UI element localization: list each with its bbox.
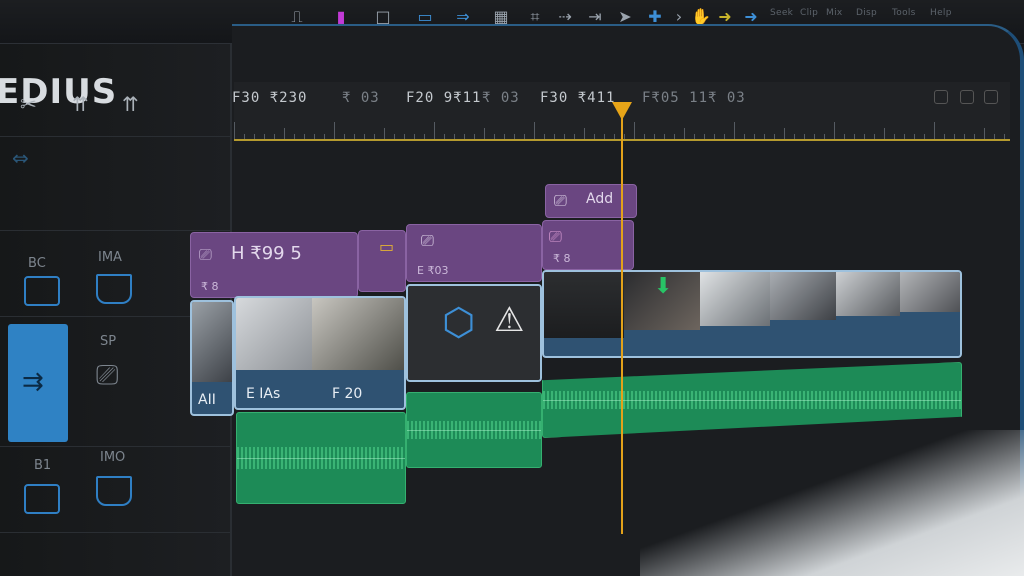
timecode-6: F₹05 11 [642,90,709,106]
timecode-5: F30 ₹411 [540,90,616,106]
track-toggle-b1[interactable] [24,484,60,514]
title-clip-1[interactable]: 𝖧 ₹99 5 ⎚ ₹ 8 [190,232,358,298]
logo-thumbnail-icon: ⚠ [494,300,525,340]
clip-label: E IAs [246,386,281,402]
track-label-bc: BC [28,256,46,271]
timecode-7: ₹ 03 [708,90,746,106]
ruler-tick [234,122,235,140]
ruler-tick [534,122,535,140]
fit-button[interactable] [960,90,974,104]
title-clip-caption: 𝖧 ₹99 5 [231,243,302,264]
menu-clip[interactable]: Clip [800,8,818,18]
camera-icon[interactable]: ⎚ [96,358,118,392]
title-icon: ⎚ [199,245,212,264]
volume-line [237,458,405,459]
divider [0,230,232,231]
audio-clip-2[interactable] [406,392,542,468]
ruler-tick [334,122,335,140]
menu-help[interactable]: Help [930,8,952,18]
track-label-b1: B1 [34,458,52,473]
ruler-tick [834,122,835,140]
video-clip-1[interactable]: AII [190,300,234,416]
settings-button[interactable] [984,90,998,104]
title-clip-2[interactable]: ▭ [358,230,406,292]
lift-tool-icon[interactable]: ⇈ [122,92,139,116]
divider [0,446,232,447]
divider [0,136,232,137]
clip-thumbnail [836,272,900,316]
timecode-4: ₹ 03 [482,90,520,106]
title-clip-upper[interactable]: ⎚ Add [545,184,637,218]
ripple-tool-icon[interactable]: ⇈ [72,92,89,116]
playhead-line[interactable] [621,116,623,534]
timecode-3: F20 9₹11 [406,90,482,106]
title-clip-sub: E ₹03 [417,264,449,277]
ruler-tick [634,122,635,140]
track-label-sp: SP [100,334,117,349]
divider [0,532,232,533]
audio-clip-1[interactable] [236,412,406,504]
title-clip-sub: ₹ 8 [553,252,571,265]
ruler-tick [434,122,435,140]
video-clip-4[interactable]: ⬇ [542,270,962,358]
title-icon: ▭ [379,237,395,256]
active-track-button[interactable]: ⇉ [8,324,68,442]
app-logo: EDIUS [0,72,118,112]
track-label-imo: IMO [100,450,126,465]
track-toggle-bc[interactable] [24,276,60,306]
clip-thumbnail [700,272,770,326]
clip-label: AII [198,392,216,408]
menu-seek[interactable]: Seek [770,8,793,18]
title-clip-caption: Add [586,191,614,207]
razor-tool-icon[interactable]: ✂ [20,92,37,116]
edius-timeline-window: ⎍ ▮ □ ▭ ⇒ ▦ ⌗ ⇢ ⇥ ➤ ✚ › ✋ ➜ ➜ Seek Clip … [0,0,1024,576]
download-icon: ⬇ [654,274,673,299]
track-toggle-ima[interactable] [96,274,132,304]
title-clip-3[interactable]: ⎚ E ₹03 [406,224,542,282]
clip-thumbnail [192,302,232,382]
title-clip-sub: ₹ 8 [201,280,219,293]
volume-line [407,430,541,431]
ruler-tick [734,122,735,140]
title-clip-caption: ⎚ [554,191,567,210]
link-icon[interactable]: ⇔ [12,146,29,170]
video-clip-2[interactable]: E IAs F 20 [234,296,406,410]
screen-reflection [640,430,1024,576]
volume-line [543,400,961,401]
ruler-tick [934,122,935,140]
video-clip-3[interactable]: ⬡ ⚠ [406,284,542,382]
menu-tools[interactable]: Tools [892,8,916,18]
menu-disp[interactable]: Disp [856,8,877,18]
menu-mix[interactable]: Mix [826,8,843,18]
timecode-2: ₹ 03 [342,90,380,106]
clip-thumbnail [312,298,404,370]
zoom-button[interactable] [934,90,948,104]
title-icon: ⎚ [421,231,434,250]
clip-thumbnail [900,272,960,312]
logo-thumbnail-icon: ⬡ [442,300,476,344]
clip-thumbnail [236,298,312,370]
clip-label: F 20 [332,386,363,402]
track-toggle-imo[interactable] [96,476,132,506]
title-icon: ⎚ [549,227,562,246]
speaker-icon: ⇉ [22,366,44,396]
clip-thumbnail [770,272,836,320]
clip-thumbnail [544,272,624,338]
track-label-ima: IMA [98,250,122,265]
timecode-1: F30 ₹230 [232,90,308,106]
